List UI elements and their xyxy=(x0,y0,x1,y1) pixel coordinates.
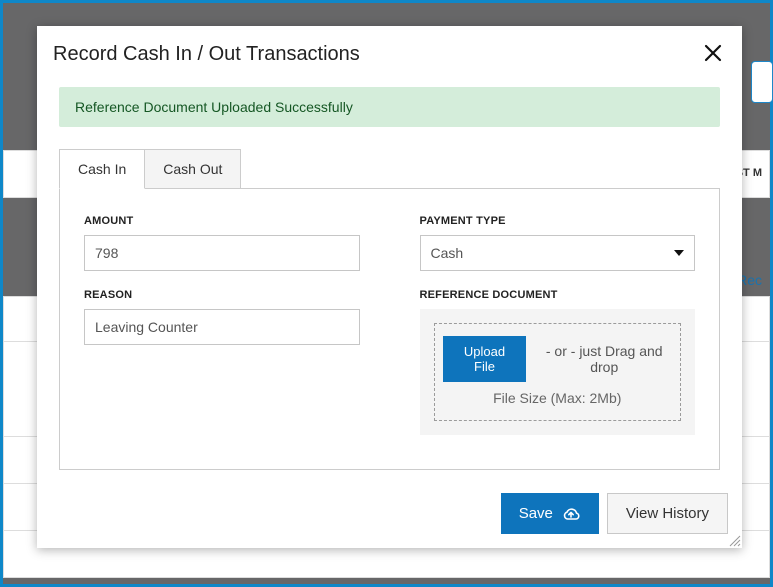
save-button-label: Save xyxy=(519,505,553,522)
modal-footer: Save View History xyxy=(37,481,742,548)
upload-dropzone[interactable]: Upload File - or - just Drag and drop Fi… xyxy=(434,323,682,421)
tab-cash-in[interactable]: Cash In xyxy=(59,149,145,189)
close-button[interactable] xyxy=(700,40,726,69)
view-history-button[interactable]: View History xyxy=(607,493,728,534)
amount-label: AMOUNT xyxy=(84,215,360,227)
reason-label: REASON xyxy=(84,289,360,301)
close-icon xyxy=(704,44,722,62)
app-viewport: AST M Rec Record Cash In / Out Transacti… xyxy=(0,0,773,587)
reference-document-label: REFERENCE DOCUMENT xyxy=(420,289,696,301)
modal-title: Record Cash In / Out Transactions xyxy=(53,43,700,66)
cloud-upload-icon xyxy=(561,506,581,522)
tab-panel-cash-in: AMOUNT REASON PAYMENT TYPE REFE xyxy=(59,188,720,470)
upload-hint: - or - just Drag and drop xyxy=(536,343,672,375)
record-cash-modal: Record Cash In / Out Transactions Refere… xyxy=(37,26,742,548)
upload-size-hint: File Size (Max: 2Mb) xyxy=(443,390,673,406)
payment-type-label: PAYMENT TYPE xyxy=(420,215,696,227)
modal-header: Record Cash In / Out Transactions xyxy=(37,26,742,83)
payment-type-select[interactable] xyxy=(420,235,696,271)
success-alert: Reference Document Uploaded Successfully xyxy=(59,87,720,127)
bg-partial-button[interactable] xyxy=(751,61,773,103)
right-column: PAYMENT TYPE REFERENCE DOCUMENT Upload F… xyxy=(420,215,696,447)
left-column: AMOUNT REASON xyxy=(84,215,360,447)
reason-input[interactable] xyxy=(84,309,360,345)
amount-input[interactable] xyxy=(84,235,360,271)
modal-body: Reference Document Uploaded Successfully… xyxy=(37,83,742,481)
resize-handle[interactable] xyxy=(727,533,741,547)
save-button[interactable]: Save xyxy=(501,493,599,534)
upload-area: Upload File - or - just Drag and drop Fi… xyxy=(420,309,696,435)
tabs-row: Cash In Cash Out xyxy=(59,149,720,189)
tab-cash-out[interactable]: Cash Out xyxy=(145,149,241,189)
upload-file-button[interactable]: Upload File xyxy=(443,336,527,382)
